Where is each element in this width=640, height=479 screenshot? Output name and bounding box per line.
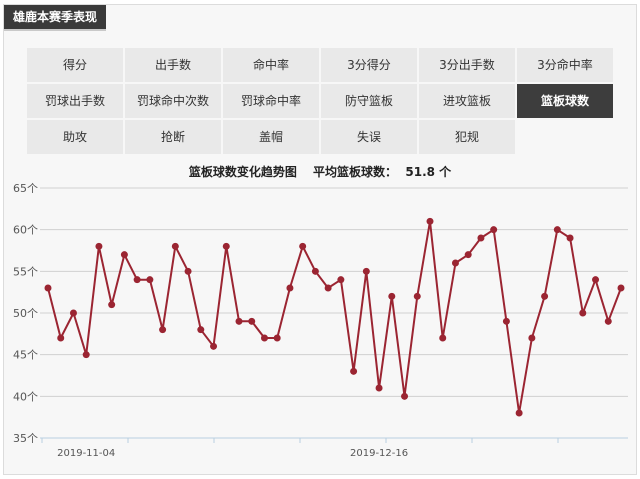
data-point [222, 242, 230, 250]
tab-1-4[interactable]: 进攻篮板 [419, 84, 515, 118]
data-point [260, 334, 268, 342]
data-point [248, 317, 256, 325]
data-point [528, 334, 536, 342]
data-point [108, 301, 116, 309]
data-point [286, 284, 294, 292]
data-point [401, 392, 409, 400]
data-point [184, 267, 192, 275]
y-tick-label: 40个 [13, 390, 38, 403]
tab-1-5[interactable]: 篮板球数 [517, 84, 613, 118]
tab-0-5[interactable]: 3分命中率 [517, 48, 613, 82]
data-point [57, 334, 65, 342]
data-point [337, 276, 345, 284]
data-point [324, 284, 332, 292]
data-point [299, 242, 307, 250]
data-point [541, 292, 549, 300]
rebounds-line-chart: 35个 40个 45个 50个 55个 60个 65个 2019-11-04 2019-12-1… [13, 182, 628, 459]
tab-2-1[interactable]: 抢断 [125, 120, 221, 154]
data-point [235, 317, 243, 325]
data-point [375, 384, 383, 392]
data-point [362, 267, 370, 275]
series-line [47, 220, 622, 414]
data-point [617, 284, 625, 292]
data-point [579, 309, 587, 317]
data-point [159, 326, 167, 334]
y-tick-label: 35个 [13, 432, 38, 445]
tab-2-2[interactable]: 盖帽 [223, 120, 319, 154]
data-point [44, 284, 52, 292]
tab-1-3[interactable]: 防守篮板 [321, 84, 417, 118]
y-tick-label: 55个 [13, 265, 38, 278]
data-point [273, 334, 281, 342]
data-point [413, 292, 421, 300]
tab-0-3[interactable]: 3分得分 [321, 48, 417, 82]
data-point [95, 242, 103, 250]
tab-0-1[interactable]: 出手数 [125, 48, 221, 82]
data-point [171, 242, 179, 250]
data-point [210, 342, 218, 350]
y-tick-label: 50个 [13, 307, 38, 320]
data-point [439, 334, 447, 342]
data-point [502, 317, 510, 325]
data-point [553, 226, 561, 234]
tab-0-4[interactable]: 3分出手数 [419, 48, 515, 82]
panel-title: 雄鹿本赛季表现 [4, 5, 107, 31]
y-tick-label: 45个 [13, 349, 38, 362]
data-point [311, 267, 319, 275]
data-point [388, 292, 396, 300]
y-tick-label: 60个 [13, 224, 38, 237]
data-point [146, 276, 154, 284]
tab-2-3[interactable]: 失误 [321, 120, 417, 154]
data-point [133, 276, 141, 284]
data-point [566, 234, 574, 242]
tab-0-0[interactable]: 得分 [27, 48, 123, 82]
data-point [82, 351, 90, 359]
data-point [426, 217, 434, 225]
data-point [464, 251, 472, 259]
data-point [604, 317, 612, 325]
x-tick-label: 2019-11-04 [57, 448, 115, 459]
data-point [490, 226, 498, 234]
y-tick-label: 65个 [13, 182, 38, 195]
data-point [197, 326, 205, 334]
data-point [69, 309, 77, 317]
data-point [592, 276, 600, 284]
tab-0-2[interactable]: 命中率 [223, 48, 319, 82]
data-point [451, 259, 459, 267]
data-point [350, 367, 358, 375]
data-point [120, 251, 128, 259]
x-tick-label: 2019-12-16 [350, 448, 408, 459]
tab-1-0[interactable]: 罚球出手数 [27, 84, 123, 118]
tab-1-1[interactable]: 罚球命中次数 [125, 84, 221, 118]
tab-2-0[interactable]: 助攻 [27, 120, 123, 154]
tab-1-2[interactable]: 罚球命中率 [223, 84, 319, 118]
data-point [477, 234, 485, 242]
data-point [515, 409, 523, 417]
tab-2-4[interactable]: 犯规 [419, 120, 515, 154]
